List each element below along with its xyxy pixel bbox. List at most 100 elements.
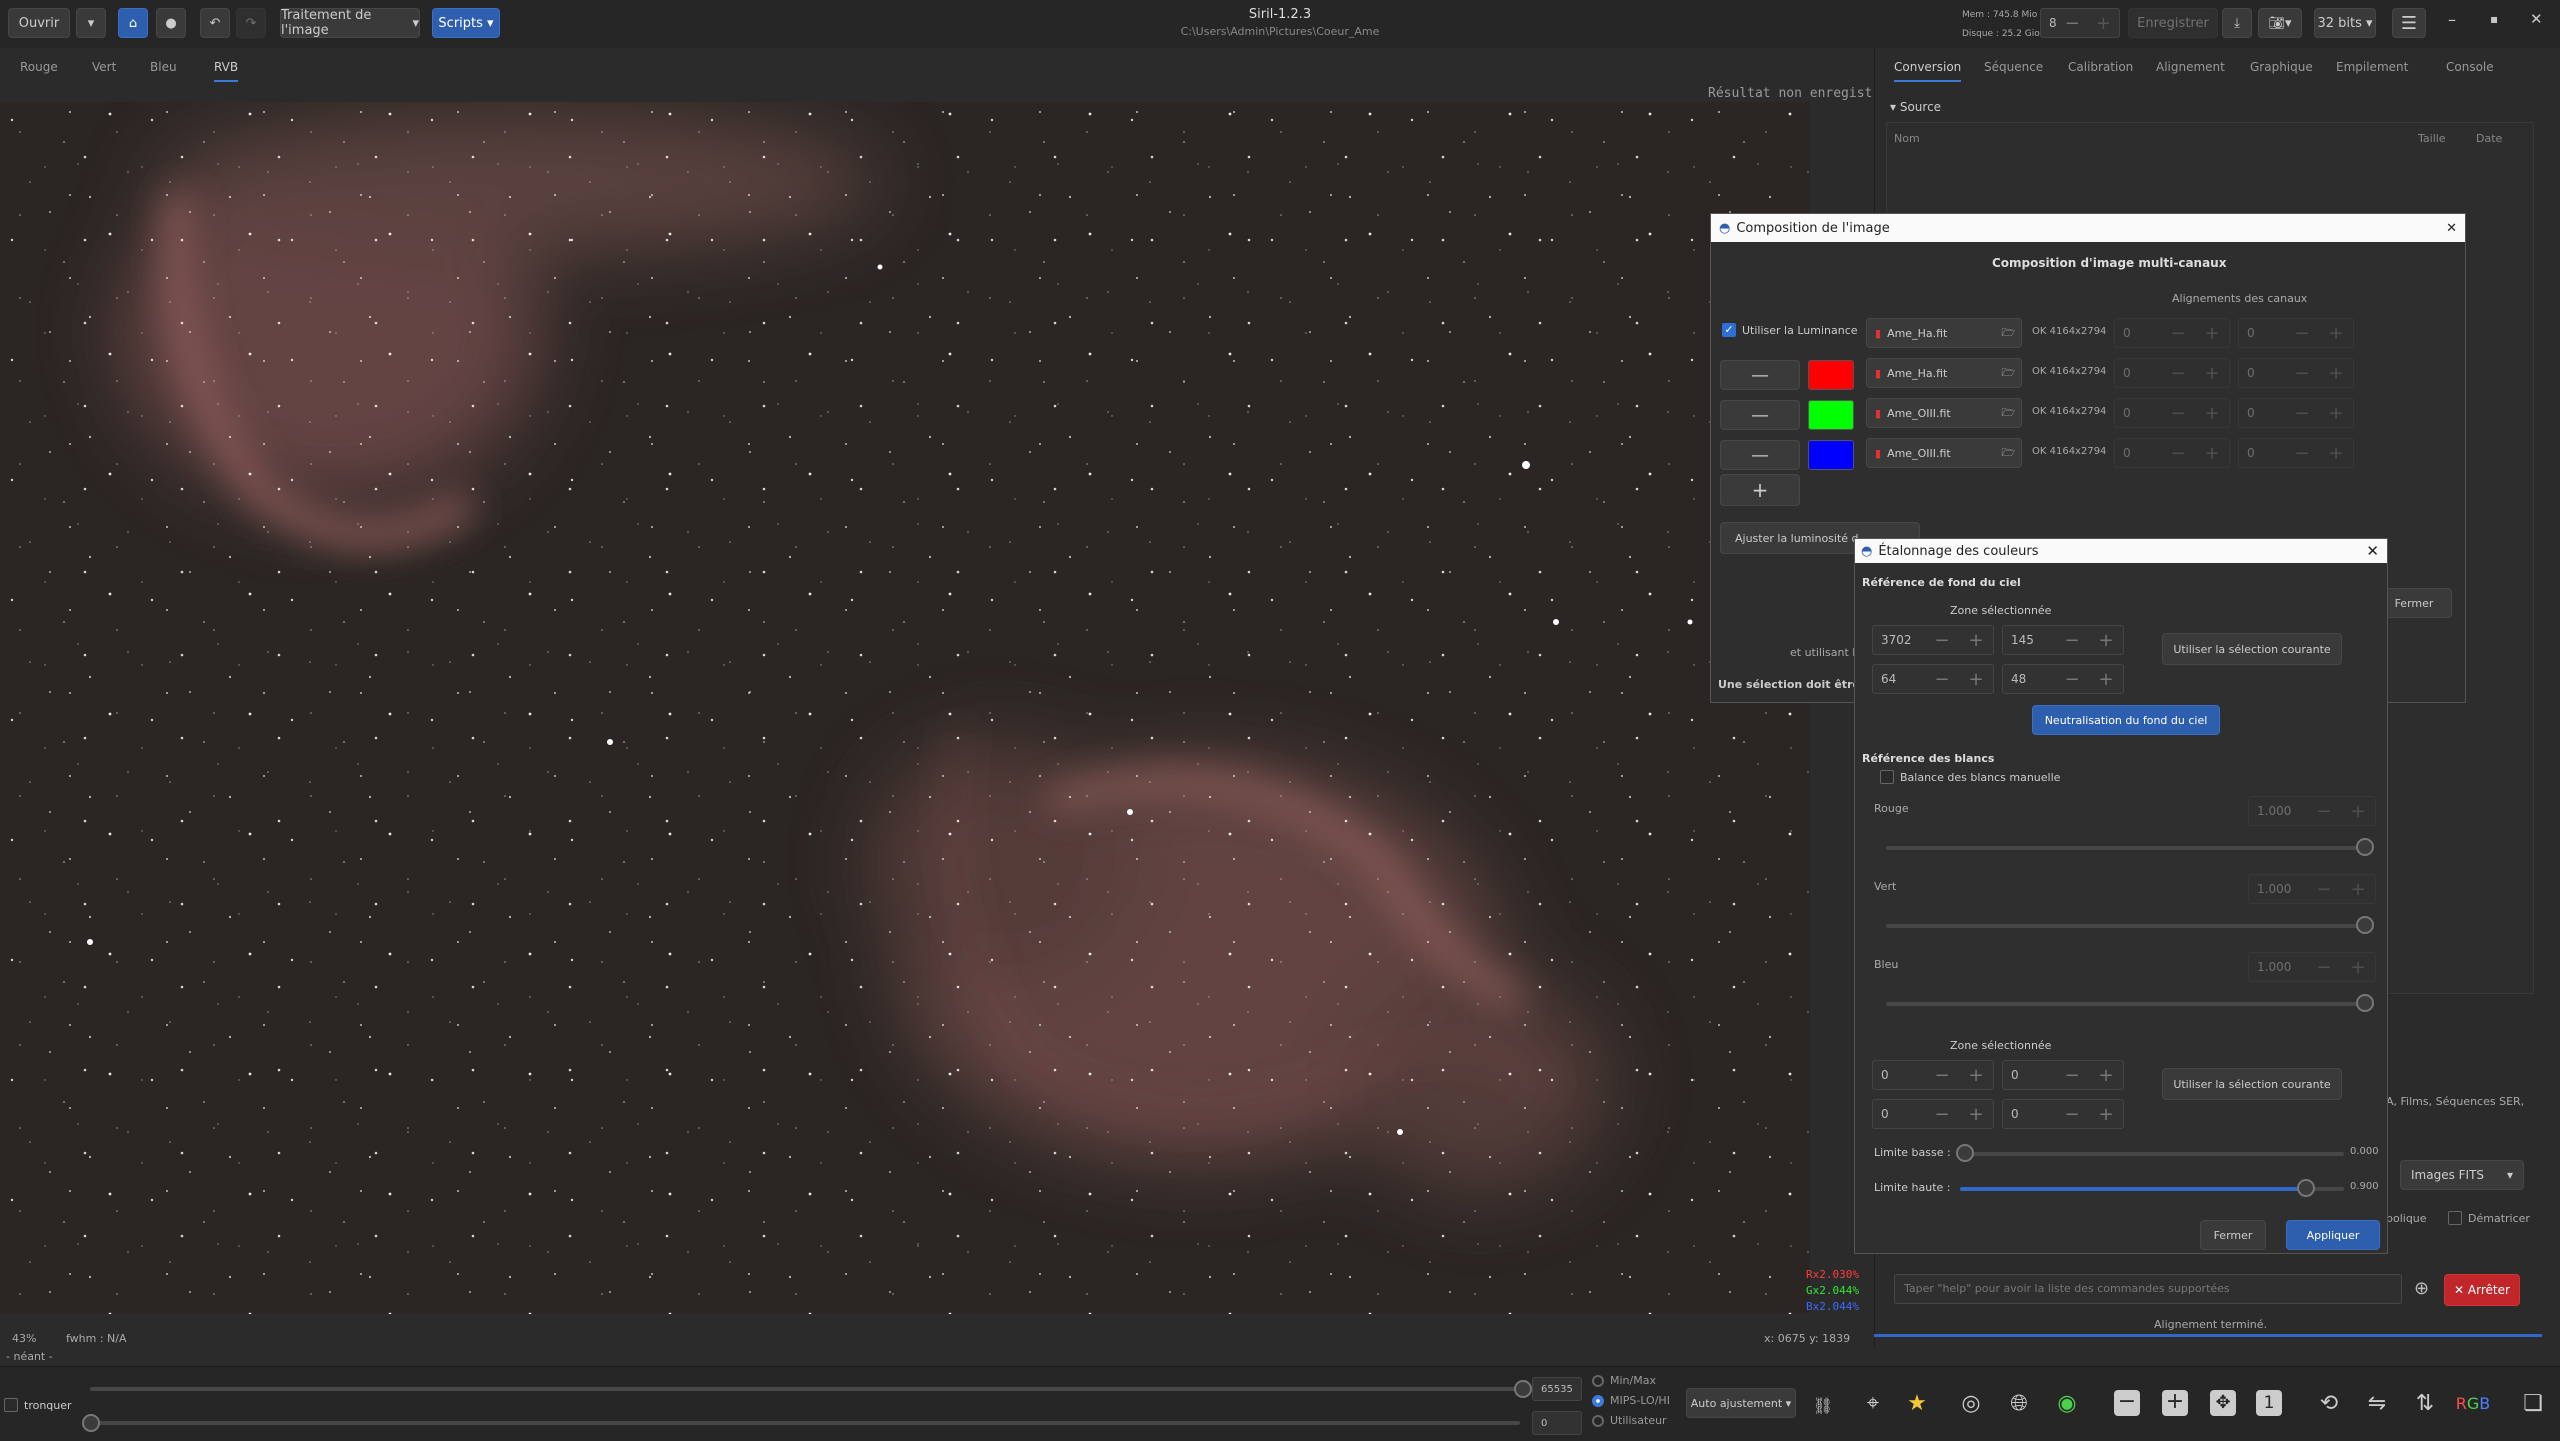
plus-icon[interactable]: + [2089,1065,2123,1086]
plus-icon[interactable]: + [2195,323,2229,344]
flip-button[interactable]: ⇋ [2360,1386,2394,1420]
cut-button[interactable]: ⌖ [1856,1386,1890,1420]
remove-layer-button[interactable]: — [1720,360,1800,390]
minus-icon[interactable]: − [1925,630,1959,651]
main-menu-button[interactable]: ☰ [2392,8,2426,38]
wb-channel-track[interactable] [1886,846,2372,850]
layer-y-offset[interactable]: 0 − + [2238,398,2354,428]
tab-conversion[interactable]: Conversion [1894,60,1962,82]
plus-icon[interactable]: + [2341,801,2375,822]
tab-rgb[interactable]: RVB [214,60,239,82]
debayer-option[interactable]: Dématricer [2448,1211,2530,1225]
plus-icon[interactable]: + [2341,957,2375,978]
snapshot-button[interactable]: 📷︎▾ [2258,8,2302,38]
minus-icon[interactable]: − [2055,630,2089,651]
white-use-selection-button[interactable]: Utiliser la sélection courante [2162,1068,2342,1100]
layer-x-offset[interactable]: 0 − + [2114,358,2230,388]
image-processing-menu[interactable]: Traitement de l'image ▾ [280,8,420,38]
plus-icon[interactable]: + [2341,879,2375,900]
apply-button[interactable]: Appliquer [2286,1220,2380,1250]
white-y-stepper[interactable]: 0 − + [2002,1060,2124,1090]
plus-icon[interactable]: + [2195,363,2229,384]
link-button[interactable]: ⛓ [1806,1388,1840,1422]
use-luminance-option[interactable]: ✓ Utiliser la Luminance [1722,323,1858,337]
home-button[interactable]: ⌂ [118,8,148,38]
layer-file-chooser[interactable]: ▮ Ame_OIII.fit 🗁︎ [1866,398,2022,428]
minus-icon[interactable]: − [2285,323,2319,344]
open-recent-dropdown[interactable]: ▾ [76,8,106,38]
max-value-field[interactable]: 65535 [1532,1377,1582,1401]
crop-option[interactable]: tronquer [4,1398,72,1412]
remove-layer-button[interactable]: — [1720,440,1800,470]
plus-icon[interactable]: + [2319,443,2353,464]
bg-h-stepper[interactable]: 48 − + [2002,664,2124,694]
layer-y-offset[interactable]: 0 − + [2238,358,2354,388]
minus-icon[interactable]: − [2285,443,2319,464]
column-size[interactable]: Taille [2418,132,2446,145]
crop-checkbox[interactable] [4,1398,18,1412]
close-icon[interactable]: ✕ [2446,221,2457,236]
minus-icon[interactable]: − [2285,403,2319,424]
plus-icon[interactable]: + [2319,363,2353,384]
column-name[interactable]: Nom [1894,132,1920,145]
wb-channel-knob[interactable] [2356,838,2374,856]
minus-icon[interactable]: − [2055,669,2089,690]
auto-adjust-select[interactable]: Auto ajustement ▾ [1686,1388,1796,1418]
bg-use-selection-button[interactable]: Utiliser la sélection courante [2162,633,2342,665]
tab-red[interactable]: Rouge [20,60,58,74]
source-expander[interactable]: ▾ Source [1890,100,1941,114]
minus-icon[interactable]: − [2307,957,2341,978]
close-window-button[interactable]: ✕ [2530,10,2543,28]
minus-icon[interactable]: − [1925,669,1959,690]
plus-icon[interactable]: + [1959,669,1993,690]
redo-button[interactable]: ↷ [236,8,266,38]
wb-channel-track[interactable] [1886,1002,2372,1006]
min-slider-knob[interactable] [82,1414,100,1432]
minus-icon[interactable]: − [2161,363,2195,384]
stop-button[interactable]: ✕ Arrêter [2444,1274,2520,1306]
layer-color-swatch[interactable] [1808,440,1854,470]
plus-icon[interactable]: + [2319,403,2353,424]
display-mode-radio[interactable]: Min/Max [1592,1374,1656,1387]
undo-button[interactable]: ↶ [200,8,230,38]
wb-channel-stepper[interactable]: 1.000 − + [2248,952,2376,982]
globe-button[interactable]: 🌐︎ [2002,1386,2036,1420]
open-button[interactable]: Ouvrir [8,8,70,38]
tab-alignment[interactable]: Alignement [2156,60,2225,74]
bg-x-stepper[interactable]: 3702− + [1872,625,1994,655]
plus-icon[interactable]: + [1959,1065,1993,1086]
zoom-one-button[interactable]: 1 [2252,1386,2286,1420]
minus-icon[interactable]: − [1925,1065,1959,1086]
minus-icon[interactable]: − [2161,443,2195,464]
threads-stepper[interactable]: 8− + [2040,8,2120,38]
neutralize-background-button[interactable]: Neutralisation du fond du ciel [2032,705,2220,735]
rgb-align-button[interactable]: RGB [2456,1386,2491,1420]
plus-icon[interactable]: + [2089,669,2123,690]
zoom-out-button[interactable]: − [2110,1386,2144,1420]
zoom-fit-button[interactable]: ✥ [2206,1386,2240,1420]
manual-wb-option[interactable]: Balance des blancs manuelle [1880,770,2060,784]
max-slider-track[interactable] [90,1387,1520,1391]
mirror-button[interactable]: ⇅ [2408,1386,2442,1420]
column-date[interactable]: Date [2476,132,2502,145]
tab-green[interactable]: Vert [92,60,116,74]
wb-channel-knob[interactable] [2356,994,2374,1012]
minus-icon[interactable]: − [2057,13,2088,34]
layer-x-offset[interactable]: 0 − + [2114,398,2230,428]
image-viewport[interactable] [0,102,1810,1314]
minus-icon[interactable]: − [1925,1104,1959,1125]
layer-file-chooser[interactable]: ▮ Ame_OIII.fit 🗁︎ [1866,438,2022,468]
plus-icon[interactable]: + [2195,443,2229,464]
layer-x-offset[interactable]: 0 − + [2114,318,2230,348]
wb-channel-track[interactable] [1886,924,2372,928]
wb-channel-stepper[interactable]: 1.000 − + [2248,874,2376,904]
minus-icon[interactable]: − [2161,403,2195,424]
layer-y-offset[interactable]: 0 − + [2238,438,2354,468]
calibration-close-button[interactable]: Fermer [2200,1220,2266,1250]
rotate-button[interactable]: ⟲ [2312,1386,2346,1420]
tab-console[interactable]: Console [2446,60,2494,74]
help-button[interactable]: ⊕ [2414,1278,2429,1299]
display-mode-radio[interactable]: Utilisateur [1592,1414,1667,1427]
layer-x-offset[interactable]: 0 − + [2114,438,2230,468]
minimize-button[interactable]: – [2448,10,2456,29]
